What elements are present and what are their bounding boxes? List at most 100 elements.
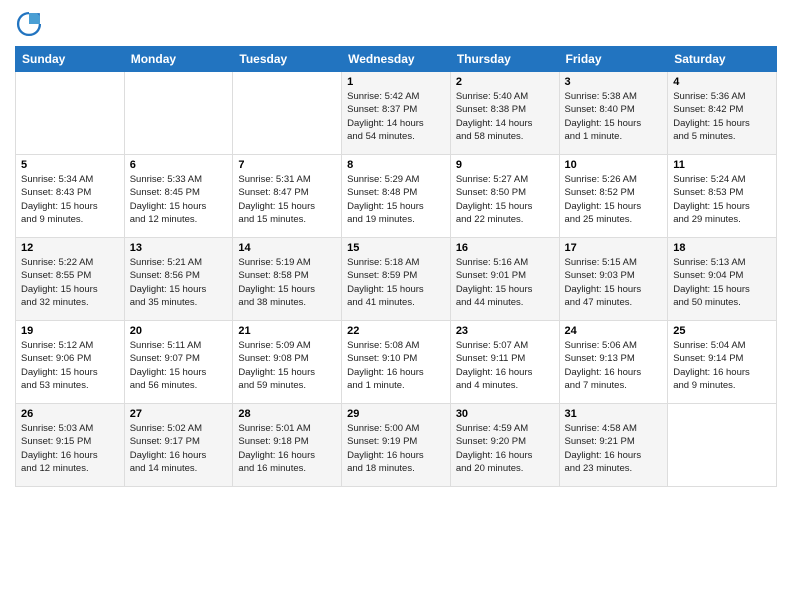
- day-number: 16: [456, 242, 554, 254]
- calendar-header-row: SundayMondayTuesdayWednesdayThursdayFrid…: [16, 47, 777, 72]
- calendar-cell: 22 Sunrise: 5:08 AM Sunset: 9:10 PM Dayli…: [342, 321, 451, 404]
- calendar-cell: [668, 404, 777, 487]
- day-number: 26: [21, 408, 119, 420]
- calendar-cell: 27Sunrise: 5:02 AM Sunset: 9:17 PM Dayli…: [124, 404, 233, 487]
- day-info: Sunrise: 5:07 AM Sunset: 9:11 PM Dayligh…: [456, 339, 554, 392]
- day-number: 24: [565, 325, 663, 337]
- calendar-cell: 18 Sunrise: 5:13 AM Sunset: 9:04 PM Dayli…: [668, 238, 777, 321]
- day-info: Sunrise: 5:03 AM Sunset: 9:15 PM Dayligh…: [21, 422, 119, 475]
- page-container: SundayMondayTuesdayWednesdayThursdayFrid…: [0, 0, 792, 497]
- calendar-cell: 15 Sunrise: 5:18 AM Sunset: 8:59 PM Dayli…: [342, 238, 451, 321]
- calendar-cell: 2Sunrise: 5:40 AM Sunset: 8:38 PM Daylig…: [450, 72, 559, 155]
- day-number: 8: [347, 159, 445, 171]
- calendar-cell: 3 Sunrise: 5:38 AM Sunset: 8:40 PM Daylig…: [559, 72, 668, 155]
- calendar-cell: 23Sunrise: 5:07 AM Sunset: 9:11 PM Dayli…: [450, 321, 559, 404]
- calendar-cell: [124, 72, 233, 155]
- calendar-week-5: 26 Sunrise: 5:03 AM Sunset: 9:15 PM Dayli…: [16, 404, 777, 487]
- calendar-cell: 29Sunrise: 5:00 AM Sunset: 9:19 PM Dayli…: [342, 404, 451, 487]
- day-header-sunday: Sunday: [16, 47, 125, 72]
- day-number: 21: [238, 325, 336, 337]
- calendar-week-3: 12 Sunrise: 5:22 AM Sunset: 8:55 PM Dayli…: [16, 238, 777, 321]
- day-header-wednesday: Wednesday: [342, 47, 451, 72]
- calendar-cell: 28 Sunrise: 5:01 AM Sunset: 9:18 PM Dayli…: [233, 404, 342, 487]
- day-info: Sunrise: 5:38 AM Sunset: 8:40 PM Dayligh…: [565, 90, 663, 143]
- day-number: 9: [456, 159, 554, 171]
- calendar-cell: 11Sunrise: 5:24 AM Sunset: 8:53 PM Dayli…: [668, 155, 777, 238]
- calendar-week-4: 19 Sunrise: 5:12 AM Sunset: 9:06 PM Dayli…: [16, 321, 777, 404]
- day-number: 6: [130, 159, 228, 171]
- calendar-cell: 31 Sunrise: 4:58 AM Sunset: 9:21 PM Dayli…: [559, 404, 668, 487]
- page-header: [15, 10, 777, 38]
- calendar-cell: 4Sunrise: 5:36 AM Sunset: 8:42 PM Daylig…: [668, 72, 777, 155]
- day-number: 20: [130, 325, 228, 337]
- day-info: Sunrise: 5:27 AM Sunset: 8:50 PM Dayligh…: [456, 173, 554, 226]
- calendar-cell: 24 Sunrise: 5:06 AM Sunset: 9:13 PM Dayli…: [559, 321, 668, 404]
- day-info: Sunrise: 5:08 AM Sunset: 9:10 PM Dayligh…: [347, 339, 445, 392]
- day-number: 3: [565, 76, 663, 88]
- calendar-cell: 20 Sunrise: 5:11 AM Sunset: 9:07 PM Dayli…: [124, 321, 233, 404]
- logo: [15, 10, 47, 38]
- logo-icon: [15, 10, 43, 38]
- day-number: 7: [238, 159, 336, 171]
- day-header-tuesday: Tuesday: [233, 47, 342, 72]
- calendar-cell: 9 Sunrise: 5:27 AM Sunset: 8:50 PM Daylig…: [450, 155, 559, 238]
- day-header-thursday: Thursday: [450, 47, 559, 72]
- day-number: 17: [565, 242, 663, 254]
- day-info: Sunrise: 5:12 AM Sunset: 9:06 PM Dayligh…: [21, 339, 119, 392]
- day-number: 12: [21, 242, 119, 254]
- day-number: 13: [130, 242, 228, 254]
- day-number: 28: [238, 408, 336, 420]
- calendar-table: SundayMondayTuesdayWednesdayThursdayFrid…: [15, 46, 777, 487]
- day-info: Sunrise: 5:36 AM Sunset: 8:42 PM Dayligh…: [673, 90, 771, 143]
- day-info: Sunrise: 5:04 AM Sunset: 9:14 PM Dayligh…: [673, 339, 771, 392]
- day-info: Sunrise: 5:34 AM Sunset: 8:43 PM Dayligh…: [21, 173, 119, 226]
- calendar-cell: 16 Sunrise: 5:16 AM Sunset: 9:01 PM Dayli…: [450, 238, 559, 321]
- day-number: 22: [347, 325, 445, 337]
- calendar-cell: 19 Sunrise: 5:12 AM Sunset: 9:06 PM Dayli…: [16, 321, 125, 404]
- day-number: 14: [238, 242, 336, 254]
- day-info: Sunrise: 5:13 AM Sunset: 9:04 PM Dayligh…: [673, 256, 771, 309]
- day-number: 25: [673, 325, 771, 337]
- day-info: Sunrise: 5:11 AM Sunset: 9:07 PM Dayligh…: [130, 339, 228, 392]
- day-info: Sunrise: 5:00 AM Sunset: 9:19 PM Dayligh…: [347, 422, 445, 475]
- calendar-week-2: 5 Sunrise: 5:34 AM Sunset: 8:43 PM Daylig…: [16, 155, 777, 238]
- calendar-cell: 5 Sunrise: 5:34 AM Sunset: 8:43 PM Daylig…: [16, 155, 125, 238]
- calendar-cell: 14Sunrise: 5:19 AM Sunset: 8:58 PM Dayli…: [233, 238, 342, 321]
- day-number: 5: [21, 159, 119, 171]
- day-number: 27: [130, 408, 228, 420]
- day-header-saturday: Saturday: [668, 47, 777, 72]
- calendar-cell: 17 Sunrise: 5:15 AM Sunset: 9:03 PM Dayli…: [559, 238, 668, 321]
- day-info: Sunrise: 5:22 AM Sunset: 8:55 PM Dayligh…: [21, 256, 119, 309]
- day-info: Sunrise: 5:42 AM Sunset: 8:37 PM Dayligh…: [347, 90, 445, 143]
- calendar-cell: 6Sunrise: 5:33 AM Sunset: 8:45 PM Daylig…: [124, 155, 233, 238]
- calendar-cell: 30Sunrise: 4:59 AM Sunset: 9:20 PM Dayli…: [450, 404, 559, 487]
- calendar-cell: 7 Sunrise: 5:31 AM Sunset: 8:47 PM Daylig…: [233, 155, 342, 238]
- calendar-cell: 25 Sunrise: 5:04 AM Sunset: 9:14 PM Dayli…: [668, 321, 777, 404]
- calendar-cell: 26 Sunrise: 5:03 AM Sunset: 9:15 PM Dayli…: [16, 404, 125, 487]
- day-info: Sunrise: 5:01 AM Sunset: 9:18 PM Dayligh…: [238, 422, 336, 475]
- day-info: Sunrise: 5:21 AM Sunset: 8:56 PM Dayligh…: [130, 256, 228, 309]
- day-number: 18: [673, 242, 771, 254]
- day-number: 15: [347, 242, 445, 254]
- day-info: Sunrise: 5:18 AM Sunset: 8:59 PM Dayligh…: [347, 256, 445, 309]
- calendar-week-1: 1 Sunrise: 5:42 AM Sunset: 8:37 PM Daylig…: [16, 72, 777, 155]
- day-number: 30: [456, 408, 554, 420]
- day-number: 1: [347, 76, 445, 88]
- day-info: Sunrise: 4:58 AM Sunset: 9:21 PM Dayligh…: [565, 422, 663, 475]
- day-info: Sunrise: 5:31 AM Sunset: 8:47 PM Dayligh…: [238, 173, 336, 226]
- day-info: Sunrise: 5:06 AM Sunset: 9:13 PM Dayligh…: [565, 339, 663, 392]
- calendar-cell: [16, 72, 125, 155]
- calendar-cell: [233, 72, 342, 155]
- calendar-cell: 12 Sunrise: 5:22 AM Sunset: 8:55 PM Dayli…: [16, 238, 125, 321]
- day-info: Sunrise: 5:29 AM Sunset: 8:48 PM Dayligh…: [347, 173, 445, 226]
- calendar-cell: 21 Sunrise: 5:09 AM Sunset: 9:08 PM Dayli…: [233, 321, 342, 404]
- day-info: Sunrise: 5:16 AM Sunset: 9:01 PM Dayligh…: [456, 256, 554, 309]
- day-info: Sunrise: 5:40 AM Sunset: 8:38 PM Dayligh…: [456, 90, 554, 143]
- day-header-monday: Monday: [124, 47, 233, 72]
- day-number: 19: [21, 325, 119, 337]
- day-info: Sunrise: 5:15 AM Sunset: 9:03 PM Dayligh…: [565, 256, 663, 309]
- day-info: Sunrise: 5:09 AM Sunset: 9:08 PM Dayligh…: [238, 339, 336, 392]
- day-number: 31: [565, 408, 663, 420]
- day-info: Sunrise: 5:26 AM Sunset: 8:52 PM Dayligh…: [565, 173, 663, 226]
- day-number: 10: [565, 159, 663, 171]
